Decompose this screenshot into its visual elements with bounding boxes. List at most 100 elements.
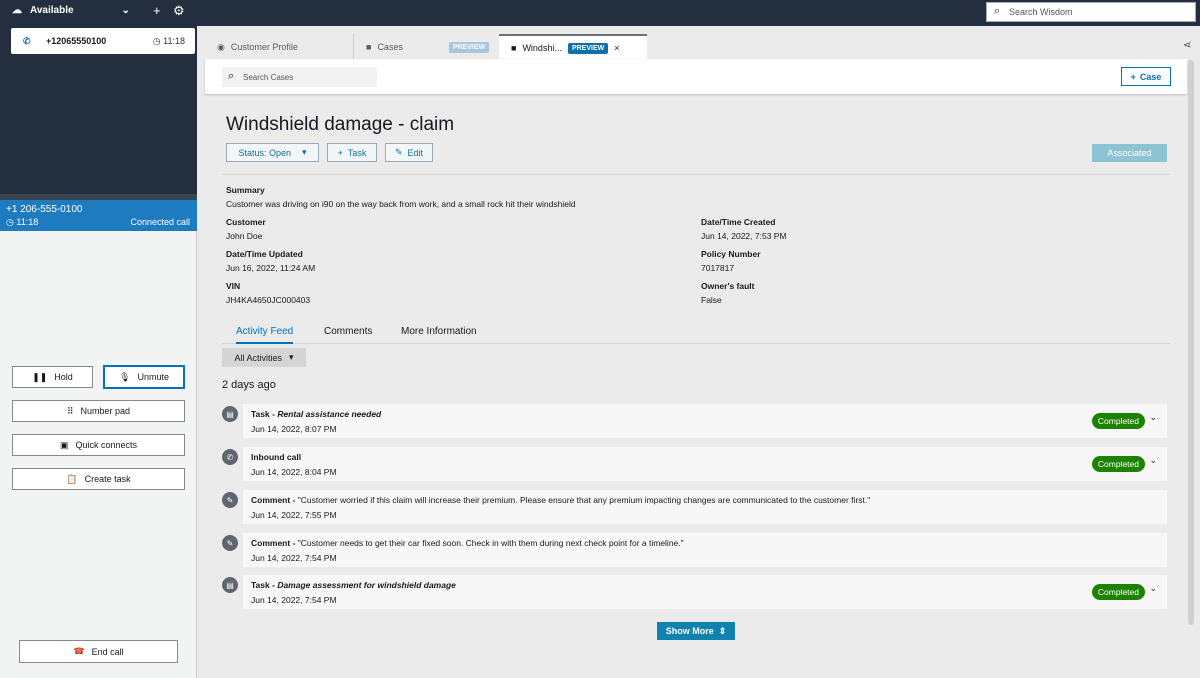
end-call-button[interactable]: ☎End call xyxy=(19,640,178,663)
cases-toolbar: ⌕Search Cases + Case xyxy=(205,59,1187,94)
task-icon: ▤ xyxy=(222,577,238,593)
activity-item[interactable]: Comment - "Customer worried if this clai… xyxy=(243,490,1167,524)
add-case-label: Case xyxy=(1140,72,1162,82)
gear-icon[interactable]: ⚙ xyxy=(173,3,185,19)
tab-more-information[interactable]: More Information xyxy=(401,326,477,337)
search-icon: ⌕ xyxy=(994,5,1000,18)
activity-item[interactable]: Task - Rental assistance needed Jun 14, … xyxy=(243,404,1167,438)
agent-status-dropdown[interactable]: ☁Available⌄ xyxy=(12,5,130,16)
edit-button[interactable]: ✎Edit xyxy=(385,143,433,162)
contacts-area: ✆ +12065550100 ◷ 11:18 xyxy=(0,26,197,196)
item-kind: Inbound call xyxy=(251,452,301,462)
task-label: Task xyxy=(348,148,367,158)
preview-badge: PREVIEW xyxy=(568,43,608,54)
top-bar: ☁Available⌄ + ⚙ ⌕Search Wisdom xyxy=(0,0,1200,26)
create-task-label: Create task xyxy=(85,474,131,484)
user-icon: ◉ xyxy=(217,42,225,53)
case-title: Windshield damage - claim xyxy=(226,114,454,136)
clipboard-icon: 📋 xyxy=(66,474,77,485)
pause-icon: ❚❚ xyxy=(32,372,47,383)
cloud-icon: ☁ xyxy=(12,5,22,16)
status-label: Status: Open xyxy=(238,148,291,158)
item-sep: - xyxy=(290,538,298,548)
activity-item[interactable]: Comment - "Customer needs to get their c… xyxy=(243,533,1167,567)
call-timer: ◷ 11:18 xyxy=(6,217,38,228)
item-date: Jun 14, 2022, 7:54 PM xyxy=(251,553,337,563)
divider xyxy=(222,174,1170,175)
filter-label: All Activities xyxy=(234,353,282,363)
activity-item[interactable]: Task - Damage assessment for windshield … xyxy=(243,575,1167,609)
tab-cases[interactable]: ■CasesPREVIEW xyxy=(353,34,499,60)
contact-time: 11:18 xyxy=(163,36,185,46)
search-cases-input[interactable]: ⌕Search Cases xyxy=(222,67,377,87)
item-date: Jun 14, 2022, 7:54 PM xyxy=(251,595,337,605)
comment-icon: ✎ xyxy=(222,535,238,551)
item-date: Jun 14, 2022, 8:07 PM xyxy=(251,424,337,434)
add-task-button[interactable]: +Task xyxy=(327,143,377,162)
item-detail: "Customer worried if this claim will inc… xyxy=(298,495,870,505)
wisdom-search-input[interactable]: ⌕Search Wisdom xyxy=(986,2,1196,22)
close-icon[interactable]: × xyxy=(614,43,619,53)
feed-tabs: Activity Feed Comments More Information xyxy=(222,320,1170,344)
create-task-button[interactable]: 📋 Create task xyxy=(12,468,185,490)
tab-bar: ◉Customer Profile ■CasesPREVIEW ■Windshi… xyxy=(205,34,1185,60)
item-kind: Task xyxy=(251,409,270,419)
keypad-icon: ⠿ xyxy=(67,406,74,417)
status-dropdown[interactable]: Status: Open ▾ xyxy=(226,143,319,162)
status-badge: Completed xyxy=(1092,413,1145,429)
tab-comments[interactable]: Comments xyxy=(324,326,372,337)
associated-button[interactable]: Associated xyxy=(1092,144,1167,162)
policy-value: 7017817 xyxy=(701,263,734,273)
edit-label: Edit xyxy=(408,148,424,158)
microphone-icon: 🎙 xyxy=(119,372,130,383)
tab-customer-profile[interactable]: ◉Customer Profile xyxy=(205,34,353,60)
phone-icon: ✆ xyxy=(222,449,238,465)
tab-activity-feed[interactable]: Activity Feed xyxy=(236,326,293,344)
item-date: Jun 14, 2022, 7:55 PM xyxy=(251,510,337,520)
chevron-down-icon[interactable]: ⌄ xyxy=(1149,583,1157,594)
caret-down-icon: ▾ xyxy=(302,147,307,158)
contact-card[interactable]: ✆ +12065550100 ◷ 11:18 xyxy=(11,28,195,54)
show-more-button[interactable]: Show More ⇕ xyxy=(657,622,735,640)
unmute-label: Unmute xyxy=(137,372,169,382)
quick-connects-button[interactable]: ▣Quick connects xyxy=(12,434,185,456)
activity-filter-dropdown[interactable]: All Activities ▾ xyxy=(222,348,306,367)
item-sep: - xyxy=(290,495,298,505)
tab-windshield-case[interactable]: ■Windshi...PREVIEW× xyxy=(499,34,647,60)
fault-label: Owner's fault xyxy=(701,281,755,291)
share-icon[interactable]: ⋖ xyxy=(1183,40,1191,51)
call-number: +1 206-555-0100 xyxy=(6,204,82,215)
updated-value: Jun 16, 2022, 11:24 AM xyxy=(226,263,315,273)
ccp-sidebar: ✆ +12065550100 ◷ 11:18 +1 206-555-0100 ◷… xyxy=(0,26,197,678)
chevron-down-icon[interactable]: ⌄ xyxy=(1149,412,1157,423)
item-detail: Damage assessment for windshield damage xyxy=(277,580,456,590)
item-detail: "Customer needs to get their car fixed s… xyxy=(298,538,684,548)
phone-icon: ✆ xyxy=(23,36,31,47)
unmute-button[interactable]: 🎙 Unmute xyxy=(103,365,185,389)
add-case-button[interactable]: + Case xyxy=(1121,67,1171,86)
caret-down-icon: ▾ xyxy=(289,352,294,363)
add-icon[interactable]: + xyxy=(153,3,161,18)
hold-button[interactable]: ❚❚Hold xyxy=(12,366,93,388)
number-pad-label: Number pad xyxy=(81,406,131,416)
tab-label: Cases xyxy=(377,42,403,52)
updated-label: Date/Time Updated xyxy=(226,249,303,259)
number-pad-button[interactable]: ⠿ Number pad xyxy=(12,400,185,422)
sort-icon: ⇕ xyxy=(719,626,727,637)
vin-value: JH4KA4650JC000403 xyxy=(226,295,310,305)
created-value: Jun 14, 2022, 7:53 PM xyxy=(701,231,787,241)
plus-icon: + xyxy=(1131,72,1136,82)
policy-label: Policy Number xyxy=(701,249,761,259)
vin-label: VIN xyxy=(226,281,240,291)
quick-connects-label: Quick connects xyxy=(75,440,137,450)
show-more-label: Show More xyxy=(666,626,714,636)
customer-value[interactable]: John Doe xyxy=(226,231,262,241)
chevron-down-icon[interactable]: ⌄ xyxy=(1149,455,1157,466)
scrollbar[interactable] xyxy=(1188,60,1194,625)
activity-item[interactable]: Inbound call Jun 14, 2022, 8:04 PM Compl… xyxy=(243,447,1167,481)
status-badge: Completed xyxy=(1092,584,1145,600)
briefcase-icon: ■ xyxy=(366,42,371,52)
item-date: Jun 14, 2022, 8:04 PM xyxy=(251,467,337,477)
group-heading: 2 days ago xyxy=(222,379,276,391)
comment-icon: ✎ xyxy=(222,492,238,508)
